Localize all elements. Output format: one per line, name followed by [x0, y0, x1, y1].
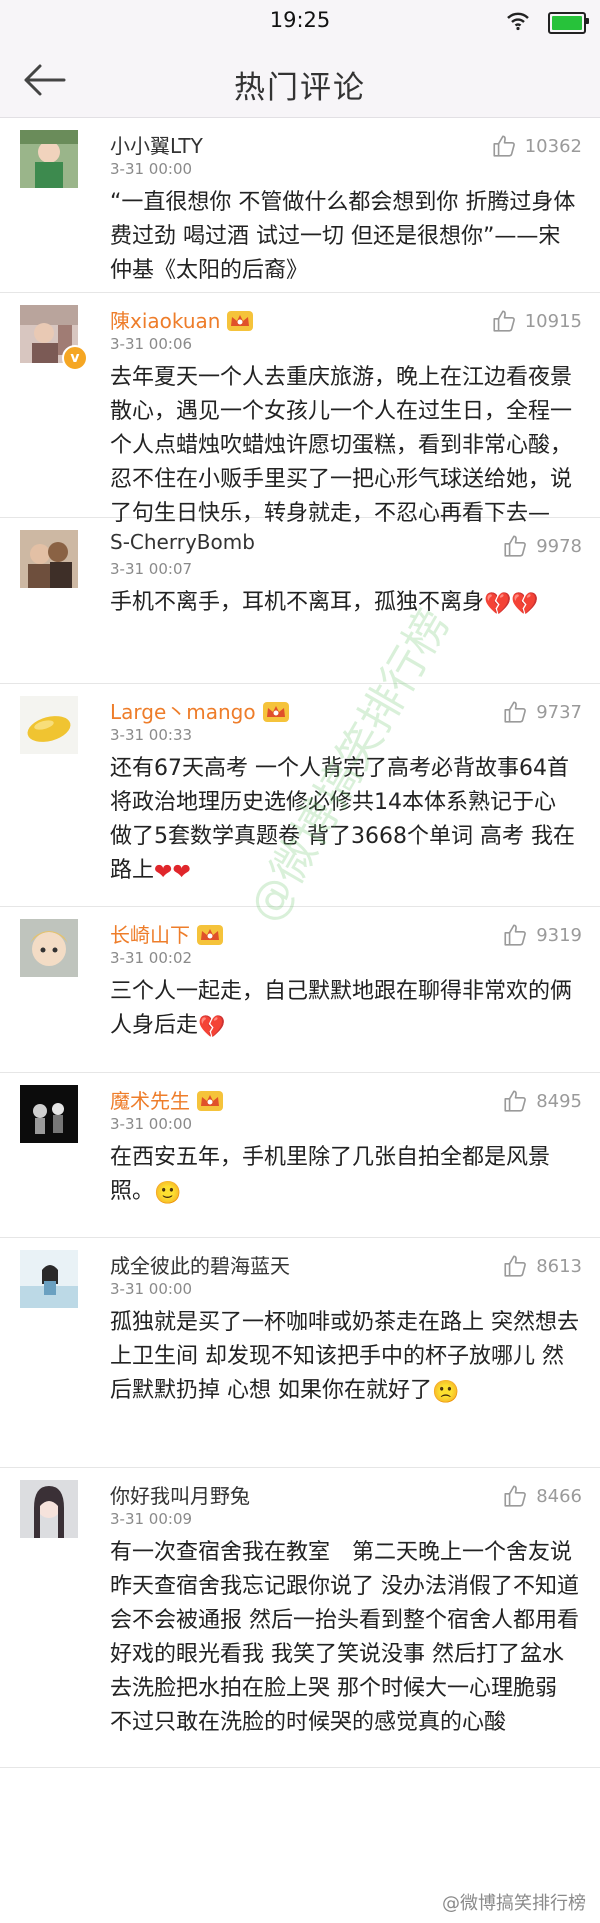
comment-item: 小小翼LTY 3-31 00:00 10362 “一直很想你 不管做什么都会想到… — [0, 118, 600, 293]
broken-heart-icon: 💔💔 — [484, 592, 539, 617]
comment-body: 孤独就是买了一杯咖啡或奶茶走在路上 突然想去上卫生间 却发现不知该把手中的杯子放… — [110, 1310, 579, 1403]
username[interactable]: Large丶mango — [110, 696, 290, 725]
comment-time: 3-31 00:06 — [110, 335, 193, 353]
username[interactable]: 你好我叫月野兔 — [110, 1480, 250, 1509]
verified-badge: v — [62, 345, 88, 371]
username[interactable]: S-CherryBomb — [110, 530, 255, 554]
like-button[interactable]: 10915 — [491, 307, 582, 335]
header: 热门评论 — [0, 42, 600, 118]
comment-list: 小小翼LTY 3-31 00:00 10362 “一直很想你 不管做什么都会想到… — [0, 118, 600, 1768]
username[interactable]: 魔术先生 — [110, 1085, 224, 1114]
comment-time: 3-31 00:02 — [110, 949, 193, 967]
comment-time: 3-31 00:00 — [110, 1280, 193, 1298]
sad-face-icon: 🙁 — [432, 1380, 460, 1405]
username[interactable]: 陳xiaokuan — [110, 305, 254, 334]
comment-text: 去年夏天一个人去重庆旅游，晚上在江边看夜景散心，遇见一个女孩儿一个人在过生日，全… — [110, 361, 580, 531]
comment-body: 三个人一起走，自己默默地跟在聊得非常欢的俩人身后走 — [110, 979, 573, 1038]
status-bar: 19:25 — [0, 0, 600, 42]
comment-item: 魔术先生 3-31 00:00 8495 在西安五年，手机里除了几张自拍全都是风… — [0, 1073, 600, 1238]
crown-icon — [227, 311, 254, 331]
avatar[interactable] — [20, 919, 78, 977]
like-button[interactable]: 10362 — [491, 132, 582, 160]
crown-icon — [197, 925, 223, 945]
comment-time: 3-31 00:09 — [110, 1510, 193, 1528]
source-credit: @微博搞笑排行榜 — [442, 1893, 586, 1914]
comment-item: S-CherryBomb 3-31 00:07 9978 手机不离手，耳机不离耳… — [0, 518, 600, 684]
like-count: 8495 — [536, 1090, 582, 1112]
comment-item: 长崎山下 3-31 00:02 9319 三个人一起走，自己默默地跟在聊得非常欢… — [0, 907, 600, 1073]
thumbs-up-icon — [493, 135, 515, 157]
heart-icon: ❤❤ — [154, 860, 191, 885]
comment-item: 成全彼此的碧海蓝天 3-31 00:00 8613 孤独就是买了一杯咖啡或奶茶走… — [0, 1238, 600, 1468]
battery-icon — [548, 12, 589, 34]
thumbs-up-icon — [504, 1090, 527, 1112]
avatar[interactable] — [20, 1480, 78, 1538]
comment-text: 手机不离手，耳机不离耳，孤独不离身💔💔 — [110, 586, 580, 620]
comment-body: 手机不离手，耳机不离耳，孤独不离身 — [110, 590, 485, 615]
comment-text: 有一次查宿舍我在教室 第二天晚上一个舍友说昨天查宿舍我忘记跟你说了 没办法消假了… — [110, 1536, 580, 1740]
battery-level — [552, 16, 582, 30]
comment-text: 孤独就是买了一杯咖啡或奶茶走在路上 突然想去上卫生间 却发现不知该把手中的杯子放… — [110, 1306, 580, 1408]
comment-item: v 陳xiaokuan 3-31 00:06 10915 去年夏天一个人去重庆旅… — [0, 293, 600, 526]
avatar[interactable] — [20, 130, 78, 188]
avatar[interactable] — [20, 530, 78, 588]
like-count: 10915 — [524, 310, 582, 332]
crown-icon — [262, 702, 289, 722]
thumbs-up-icon — [504, 924, 527, 946]
avatar[interactable] — [20, 1085, 78, 1143]
comment-body: 去年夏天一个人去重庆旅游，晚上在江边看夜景散心，遇见一个女孩儿一个人在过生日，全… — [110, 365, 573, 526]
like-count: 8613 — [536, 1255, 582, 1277]
avatar[interactable] — [20, 696, 78, 754]
comment-text: “一直很想你 不管做什么都会想到你 折腾过身体 费过劲 喝过酒 试过一切 但还是… — [110, 186, 580, 288]
comment-text: 在西安五年，手机里除了几张自拍全都是风景照。🙂 — [110, 1141, 580, 1209]
like-button[interactable]: 9737 — [502, 698, 582, 726]
comment-item: 你好我叫月野兔 3-31 00:09 8466 有一次查宿舍我在教室 第二天晚上… — [0, 1468, 600, 1768]
comment-time: 3-31 00:07 — [110, 560, 193, 578]
avatar[interactable] — [20, 1250, 78, 1308]
username-text: 陳xiaokuan — [110, 309, 221, 333]
like-count: 10362 — [524, 135, 582, 157]
username-text: 长崎山下 — [110, 923, 190, 947]
comment-body: “一直很想你 不管做什么都会想到你 折腾过身体 费过劲 喝过酒 试过一切 但还是… — [110, 190, 576, 283]
username-text: 魔术先生 — [110, 1089, 190, 1113]
comment-body: 有一次查宿舍我在教室 第二天晚上一个舍友说昨天查宿舍我忘记跟你说了 没办法消假了… — [110, 1540, 579, 1735]
username[interactable]: 长崎山下 — [110, 919, 224, 948]
like-button[interactable]: 8495 — [502, 1087, 582, 1115]
like-button[interactable]: 8613 — [502, 1252, 582, 1280]
like-count: 9978 — [536, 535, 582, 557]
wifi-icon — [506, 11, 530, 35]
comment-item: Large丶mango 3-31 00:33 9737 还有67天高考 一个人背… — [0, 684, 600, 907]
comment-text: 三个人一起走，自己默默地跟在聊得非常欢的俩人身后走💔 — [110, 975, 580, 1043]
page-title: 热门评论 — [234, 70, 366, 106]
username-text: Large丶mango — [110, 700, 256, 724]
username[interactable]: 小小翼LTY — [110, 130, 203, 159]
like-button[interactable]: 9319 — [502, 921, 582, 949]
broken-heart-icon: 💔 — [198, 1015, 226, 1040]
username[interactable]: 成全彼此的碧海蓝天 — [110, 1250, 290, 1279]
thumbs-up-icon — [504, 535, 527, 557]
thumbs-up-icon — [493, 310, 515, 332]
smile-icon: 🙂 — [154, 1181, 182, 1206]
thumbs-up-icon — [504, 701, 527, 723]
comment-time: 3-31 00:33 — [110, 726, 193, 744]
thumbs-up-icon — [504, 1255, 527, 1277]
like-count: 8466 — [536, 1485, 582, 1507]
crown-icon — [197, 1091, 223, 1111]
thumbs-up-icon — [504, 1485, 527, 1507]
comment-time: 3-31 00:00 — [110, 160, 193, 178]
like-count: 9737 — [536, 701, 582, 723]
like-count: 9319 — [536, 924, 582, 946]
comment-time: 3-31 00:00 — [110, 1115, 193, 1133]
like-button[interactable]: 9978 — [502, 532, 582, 560]
comment-text: 还有67天高考 一个人背完了高考必背故事64首 将政治地理历史选修必修共14本体… — [110, 752, 580, 888]
like-button[interactable]: 8466 — [502, 1482, 582, 1510]
